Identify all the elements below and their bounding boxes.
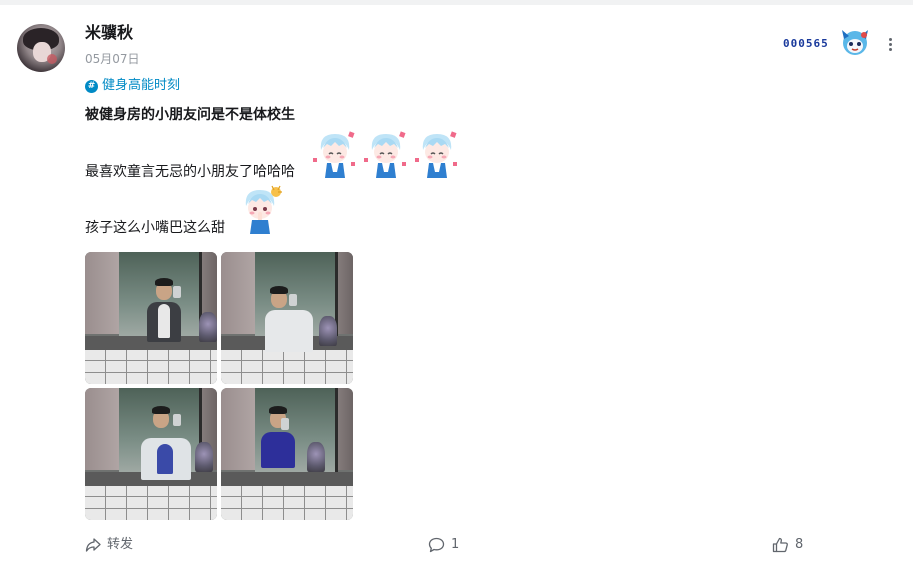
- comment-count: 1: [451, 537, 460, 552]
- like-button[interactable]: 8: [772, 535, 803, 555]
- chibi-happy-sticker: [415, 131, 457, 178]
- post-text-line-2: 最喜欢童言无忌的小朋友了哈哈哈: [85, 164, 295, 180]
- post-text-line-3: 孩子这么小嘴巴这么甜: [85, 220, 225, 236]
- post-text-line-1: 被健身房的小朋友问是不是体校生: [85, 107, 295, 123]
- forward-label: 转发: [107, 537, 134, 552]
- more-dot: [888, 48, 892, 51]
- photo-person: [265, 310, 313, 352]
- comment-button[interactable]: 1: [428, 535, 459, 555]
- mirror-selfie-2[interactable]: [221, 252, 353, 384]
- topic-link[interactable]: # 健身高能时刻: [85, 77, 180, 95]
- photo-plant: [307, 442, 325, 472]
- photo-phone: [289, 294, 297, 306]
- photo-hair: [269, 406, 287, 414]
- chibi-shush-sticker: [245, 185, 282, 234]
- photo-tank: [157, 444, 173, 474]
- photo-hair: [270, 286, 288, 294]
- photo-plant: [199, 312, 217, 342]
- photo-tiles: [221, 485, 353, 520]
- mirror-selfie-3[interactable]: [85, 388, 217, 520]
- hashtag-icon: #: [85, 79, 98, 93]
- share-icon: [85, 538, 101, 552]
- mirror-selfie-1[interactable]: [85, 252, 217, 384]
- comment-icon: [428, 537, 445, 553]
- photo-tiles: [221, 349, 353, 384]
- avatar-accent: [47, 54, 57, 64]
- mascot-badge-icon[interactable]: [838, 27, 872, 57]
- author-name[interactable]: 米骥秋: [85, 22, 133, 44]
- topic-label: 健身高能时刻: [102, 78, 181, 93]
- photo-shirt: [158, 304, 170, 338]
- like-count: 8: [795, 537, 804, 552]
- photo-tank: [261, 432, 295, 468]
- top-divider: [0, 0, 913, 5]
- more-options-button[interactable]: [882, 36, 898, 54]
- photo-tiles: [85, 485, 217, 520]
- chibi-happy-sticker: [364, 131, 406, 178]
- photo-hair: [152, 406, 170, 414]
- mirror-selfie-4[interactable]: [221, 388, 353, 520]
- photo-phone: [281, 418, 289, 430]
- avatar[interactable]: [17, 24, 65, 72]
- more-dot: [888, 43, 892, 46]
- publish-date[interactable]: 05月07日: [85, 51, 140, 67]
- chibi-happy-sticker: [313, 131, 355, 178]
- photo-hair: [155, 278, 173, 286]
- photo-plant: [319, 316, 337, 346]
- forward-button[interactable]: 转发: [85, 535, 133, 555]
- photo-plant: [195, 442, 213, 472]
- photo-phone: [173, 286, 181, 298]
- photo-counter: [221, 472, 353, 486]
- fan-badge-number[interactable]: 000565: [783, 37, 829, 51]
- photo-phone: [173, 414, 181, 426]
- thumbs-up-icon: [772, 537, 788, 553]
- photo-tiles: [85, 349, 217, 384]
- more-dot: [888, 38, 892, 41]
